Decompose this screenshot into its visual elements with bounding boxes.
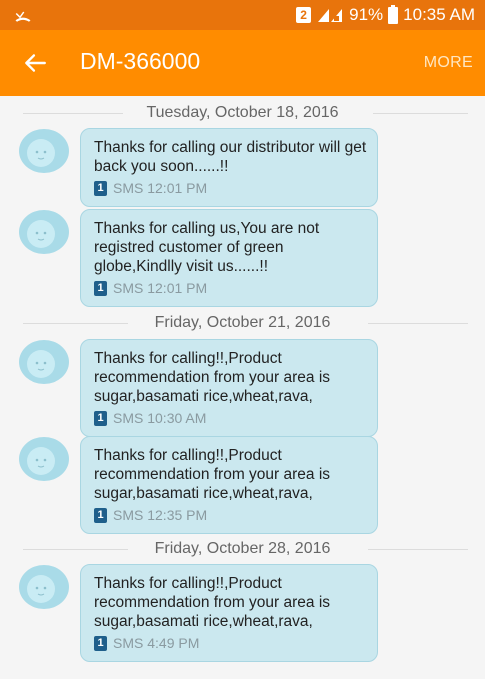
- message-bubble[interactable]: Thanks for calling!!,Product recommendat…: [80, 564, 378, 662]
- battery-percent: 91%: [349, 5, 384, 24]
- contact-avatar-icon: [19, 340, 69, 384]
- sim-1-icon: 1: [94, 281, 107, 296]
- message-meta: 1 SMS 12:01 PM: [94, 279, 367, 298]
- message-text: Thanks for calling our distributor will …: [94, 139, 367, 175]
- message-time: SMS 12:01 PM: [113, 280, 208, 296]
- message-text: Thanks for calling us,You are not regist…: [94, 220, 320, 275]
- conversation-list[interactable]: Tuesday, October 18, 2016 Thanks for cal…: [0, 96, 485, 679]
- date-label: Friday, October 28, 2016: [144, 540, 341, 558]
- message-time: SMS 10:30 AM: [113, 410, 207, 426]
- contact-avatar-icon: [19, 565, 69, 609]
- sim-1-icon: 1: [94, 181, 107, 196]
- sim-1-icon: 1: [94, 411, 107, 426]
- status-bar: 2 91% 10:35 AM: [0, 0, 485, 30]
- sim-1-icon: 1: [94, 636, 107, 651]
- date-label: Tuesday, October 18, 2016: [136, 104, 349, 122]
- date-separator: Friday, October 21, 2016: [0, 311, 485, 335]
- sim-1-icon: 1: [94, 508, 107, 523]
- more-button[interactable]: MORE: [424, 54, 473, 72]
- message-meta: 1 SMS 4:49 PM: [94, 634, 367, 653]
- conversation-title: DM-366000: [80, 48, 201, 74]
- message-bubble[interactable]: Thanks for calling us,You are not regist…: [80, 209, 378, 307]
- message-time: SMS 12:01 PM: [113, 180, 208, 196]
- back-arrow-icon[interactable]: [22, 50, 48, 76]
- date-separator: Friday, October 28, 2016: [0, 537, 485, 561]
- message-text: Thanks for calling!!,Product recommendat…: [94, 575, 331, 630]
- contact-avatar-icon: [19, 210, 69, 254]
- app-bar: DM-366000 MORE: [0, 30, 485, 96]
- message-text: Thanks for calling!!,Product recommendat…: [94, 447, 331, 502]
- message-bubble[interactable]: Thanks for calling our distributor will …: [80, 128, 378, 207]
- signal-icon: [318, 9, 343, 22]
- message-meta: 1 SMS 10:30 AM: [94, 409, 367, 428]
- message-time: SMS 4:49 PM: [113, 635, 200, 651]
- message-time: SMS 12:35 PM: [113, 507, 208, 523]
- date-label: Friday, October 21, 2016: [144, 314, 341, 332]
- message-bubble[interactable]: Thanks for calling!!,Product recommendat…: [80, 339, 378, 437]
- sim-slot-icon: 2: [296, 7, 312, 23]
- contact-avatar-icon: [19, 437, 69, 481]
- message-meta: 1 SMS 12:01 PM: [94, 179, 367, 198]
- message-text: Thanks for calling!!,Product recommendat…: [94, 350, 331, 405]
- message-bubble[interactable]: Thanks for calling!!,Product recommendat…: [80, 436, 378, 534]
- date-separator: Tuesday, October 18, 2016: [0, 101, 485, 125]
- status-right-group: 2 91% 10:35 AM: [296, 0, 475, 30]
- contact-avatar-icon: [19, 129, 69, 173]
- battery-icon: [388, 4, 399, 24]
- message-meta: 1 SMS 12:35 PM: [94, 506, 367, 525]
- status-time: 10:35 AM: [403, 5, 475, 24]
- missed-call-icon: [15, 11, 31, 22]
